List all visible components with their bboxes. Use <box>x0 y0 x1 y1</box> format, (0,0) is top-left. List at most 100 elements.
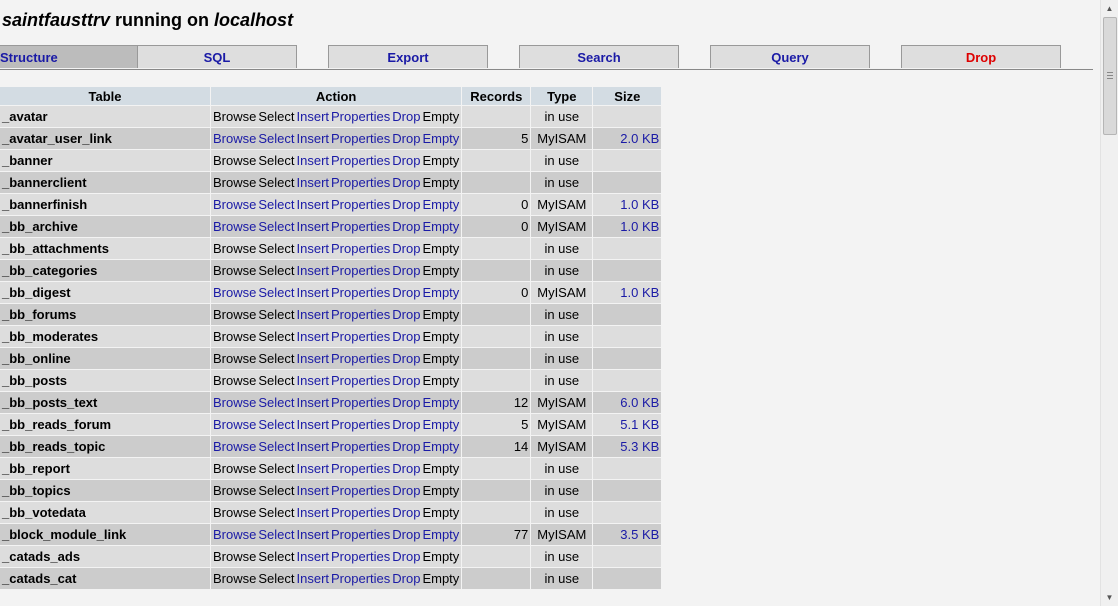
scroll-up-arrow-icon[interactable]: ▲ <box>1101 0 1118 17</box>
action-drop-link[interactable]: Drop <box>392 461 420 476</box>
vertical-scrollbar[interactable]: ▲ ▼ <box>1100 0 1118 606</box>
action-select-link[interactable]: Select <box>258 197 294 212</box>
table-name[interactable]: _catads_ads <box>0 546 210 567</box>
action-select-link[interactable]: Select <box>258 153 294 168</box>
table-name[interactable]: _bb_posts <box>0 370 210 391</box>
table-name[interactable]: _catads_cat <box>0 568 210 589</box>
action-select-link[interactable]: Select <box>258 549 294 564</box>
action-properties-link[interactable]: Properties <box>331 131 390 146</box>
action-properties-link[interactable]: Properties <box>331 307 390 322</box>
action-browse-link[interactable]: Browse <box>213 109 256 124</box>
action-properties-link[interactable]: Properties <box>331 197 390 212</box>
action-insert-link[interactable]: Insert <box>297 373 330 388</box>
action-browse-link[interactable]: Browse <box>213 571 256 586</box>
action-browse-link[interactable]: Browse <box>213 483 256 498</box>
action-properties-link[interactable]: Properties <box>331 395 390 410</box>
action-insert-link[interactable]: Insert <box>297 307 330 322</box>
action-drop-link[interactable]: Drop <box>392 153 420 168</box>
action-browse-link[interactable]: Browse <box>213 131 256 146</box>
action-empty-link[interactable]: Empty <box>422 263 459 278</box>
action-properties-link[interactable]: Properties <box>331 461 390 476</box>
action-empty-link[interactable]: Empty <box>422 307 459 322</box>
action-select-link[interactable]: Select <box>258 395 294 410</box>
table-name[interactable]: _bb_topics <box>0 480 210 501</box>
action-browse-link[interactable]: Browse <box>213 461 256 476</box>
action-browse-link[interactable]: Browse <box>213 307 256 322</box>
action-insert-link[interactable]: Insert <box>297 505 330 520</box>
size-link[interactable]: 1.0 KB <box>593 216 662 237</box>
action-browse-link[interactable]: Browse <box>213 395 256 410</box>
action-select-link[interactable]: Select <box>258 175 294 190</box>
action-insert-link[interactable]: Insert <box>297 131 330 146</box>
action-drop-link[interactable]: Drop <box>392 241 420 256</box>
action-browse-link[interactable]: Browse <box>213 263 256 278</box>
tab-export[interactable]: Export <box>328 45 488 68</box>
size-link[interactable]: 3.5 KB <box>593 524 662 545</box>
action-empty-link[interactable]: Empty <box>422 109 459 124</box>
table-name[interactable]: _bannerfinish <box>0 194 210 215</box>
action-insert-link[interactable]: Insert <box>297 153 330 168</box>
action-insert-link[interactable]: Insert <box>297 285 330 300</box>
action-drop-link[interactable]: Drop <box>392 373 420 388</box>
action-properties-link[interactable]: Properties <box>331 505 390 520</box>
action-insert-link[interactable]: Insert <box>297 461 330 476</box>
action-properties-link[interactable]: Properties <box>331 241 390 256</box>
table-name[interactable]: _bannerclient <box>0 172 210 193</box>
table-name[interactable]: _bb_report <box>0 458 210 479</box>
action-drop-link[interactable]: Drop <box>392 351 420 366</box>
table-name[interactable]: _bb_categories <box>0 260 210 281</box>
action-select-link[interactable]: Select <box>258 439 294 454</box>
action-empty-link[interactable]: Empty <box>422 197 459 212</box>
action-properties-link[interactable]: Properties <box>331 527 390 542</box>
action-empty-link[interactable]: Empty <box>422 417 459 432</box>
action-empty-link[interactable]: Empty <box>422 549 459 564</box>
action-properties-link[interactable]: Properties <box>331 373 390 388</box>
action-empty-link[interactable]: Empty <box>422 439 459 454</box>
action-empty-link[interactable]: Empty <box>422 461 459 476</box>
scroll-down-arrow-icon[interactable]: ▼ <box>1101 589 1118 606</box>
table-name[interactable]: _bb_archive <box>0 216 210 237</box>
tab-query[interactable]: Query <box>710 45 870 68</box>
action-empty-link[interactable]: Empty <box>422 219 459 234</box>
action-insert-link[interactable]: Insert <box>297 417 330 432</box>
tab-search[interactable]: Search <box>519 45 679 68</box>
action-properties-link[interactable]: Properties <box>331 571 390 586</box>
action-browse-link[interactable]: Browse <box>213 241 256 256</box>
action-browse-link[interactable]: Browse <box>213 549 256 564</box>
action-empty-link[interactable]: Empty <box>422 241 459 256</box>
action-empty-link[interactable]: Empty <box>422 483 459 498</box>
action-drop-link[interactable]: Drop <box>392 549 420 564</box>
action-empty-link[interactable]: Empty <box>422 395 459 410</box>
table-name[interactable]: _bb_forums <box>0 304 210 325</box>
action-empty-link[interactable]: Empty <box>422 527 459 542</box>
action-select-link[interactable]: Select <box>258 219 294 234</box>
tab-sql[interactable]: SQL <box>137 45 297 68</box>
action-empty-link[interactable]: Empty <box>422 329 459 344</box>
action-drop-link[interactable]: Drop <box>392 109 420 124</box>
size-link[interactable]: 5.1 KB <box>593 414 662 435</box>
action-select-link[interactable]: Select <box>258 461 294 476</box>
action-browse-link[interactable]: Browse <box>213 527 256 542</box>
action-insert-link[interactable]: Insert <box>297 197 330 212</box>
tab-structure[interactable]: Structure <box>0 45 159 68</box>
table-name[interactable]: _avatar <box>0 106 210 127</box>
table-name[interactable]: _block_module_link <box>0 524 210 545</box>
action-empty-link[interactable]: Empty <box>422 131 459 146</box>
action-browse-link[interactable]: Browse <box>213 439 256 454</box>
action-drop-link[interactable]: Drop <box>392 219 420 234</box>
action-drop-link[interactable]: Drop <box>392 483 420 498</box>
tab-drop[interactable]: Drop <box>901 45 1061 68</box>
action-insert-link[interactable]: Insert <box>297 263 330 278</box>
size-link[interactable]: 2.0 KB <box>593 128 662 149</box>
table-name[interactable]: _bb_digest <box>0 282 210 303</box>
action-properties-link[interactable]: Properties <box>331 109 390 124</box>
action-empty-link[interactable]: Empty <box>422 285 459 300</box>
action-properties-link[interactable]: Properties <box>331 219 390 234</box>
action-select-link[interactable]: Select <box>258 571 294 586</box>
action-insert-link[interactable]: Insert <box>297 549 330 564</box>
action-select-link[interactable]: Select <box>258 329 294 344</box>
action-properties-link[interactable]: Properties <box>331 439 390 454</box>
size-link[interactable]: 5.3 KB <box>593 436 662 457</box>
action-drop-link[interactable]: Drop <box>392 175 420 190</box>
action-insert-link[interactable]: Insert <box>297 483 330 498</box>
